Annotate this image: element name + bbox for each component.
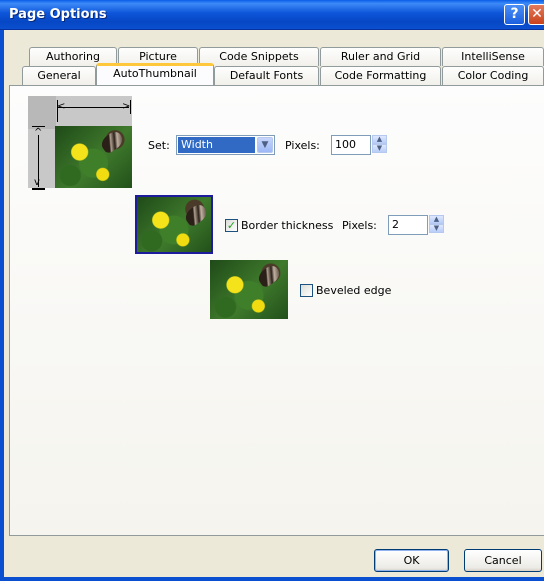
window-title: Page Options [9,7,107,22]
set-dimension-select[interactable]: Width ▼ [176,135,275,155]
set-pixels-label: Pixels: [285,139,320,152]
tab-color-coding[interactable]: Color Coding [442,66,544,85]
set-pixels-input[interactable]: 100 [331,135,371,155]
beveled-edge-checkbox[interactable] [300,284,313,297]
checkmark-icon: ✓ [226,219,237,232]
border-thickness-label: Border thickness [241,219,334,232]
border-pixels-input[interactable]: 2 [388,215,428,235]
set-dimension-value: Width [178,137,255,153]
close-icon: ✕ [531,6,543,22]
ruler-corner [28,96,56,129]
tab-autothumbnail[interactable]: AutoThumbnail [96,63,214,85]
set-label: Set: [148,139,170,152]
ok-button[interactable]: OK [374,549,449,572]
tab-default-fonts[interactable]: Default Fonts [214,66,319,85]
ruler-top [56,96,132,129]
bevel-preview-image [210,260,288,319]
help-button[interactable]: ? [504,4,525,25]
height-ruler-tick-bottom [32,188,45,190]
arrow-up-icon: ^ [34,127,43,138]
tab-code-formatting[interactable]: Code Formatting [320,66,441,85]
tab-general[interactable]: General [22,66,96,85]
border-thickness-checkbox[interactable]: ✓ [225,219,238,232]
close-button[interactable]: ✕ [528,4,544,25]
window-frame-left [0,30,4,581]
title-bar: Page Options ? ✕ [0,0,544,30]
beveled-edge-label: Beveled edge [316,284,392,297]
arrow-left-icon: < [57,101,66,112]
arrow-right-icon: > [122,101,131,112]
spin-up-icon[interactable]: ▲ [429,215,444,224]
border-pixels-label: Pixels: [342,219,377,232]
arrow-down-icon: v [34,177,40,188]
tab-ruler-and-grid[interactable]: Ruler and Grid [320,47,441,66]
border-preview-image [135,195,213,254]
help-icon: ? [510,6,519,22]
spin-up-icon[interactable]: ▲ [372,135,387,144]
spin-down-icon[interactable]: ▼ [429,224,444,233]
spin-down-icon[interactable]: ▼ [372,144,387,153]
cancel-button[interactable]: Cancel [464,549,542,572]
dropdown-arrow-icon[interactable]: ▼ [257,137,273,153]
window-frame-bottom [0,577,544,581]
set-pixels-spinner[interactable]: ▲ ▼ [372,135,387,154]
tab-intellisense[interactable]: IntelliSense [442,47,544,66]
width-ruler-line [57,107,129,108]
tab-code-snippets[interactable]: Code Snippets [199,47,319,66]
thumbnail-preview-image [55,126,132,188]
border-pixels-spinner[interactable]: ▲ ▼ [429,215,444,234]
